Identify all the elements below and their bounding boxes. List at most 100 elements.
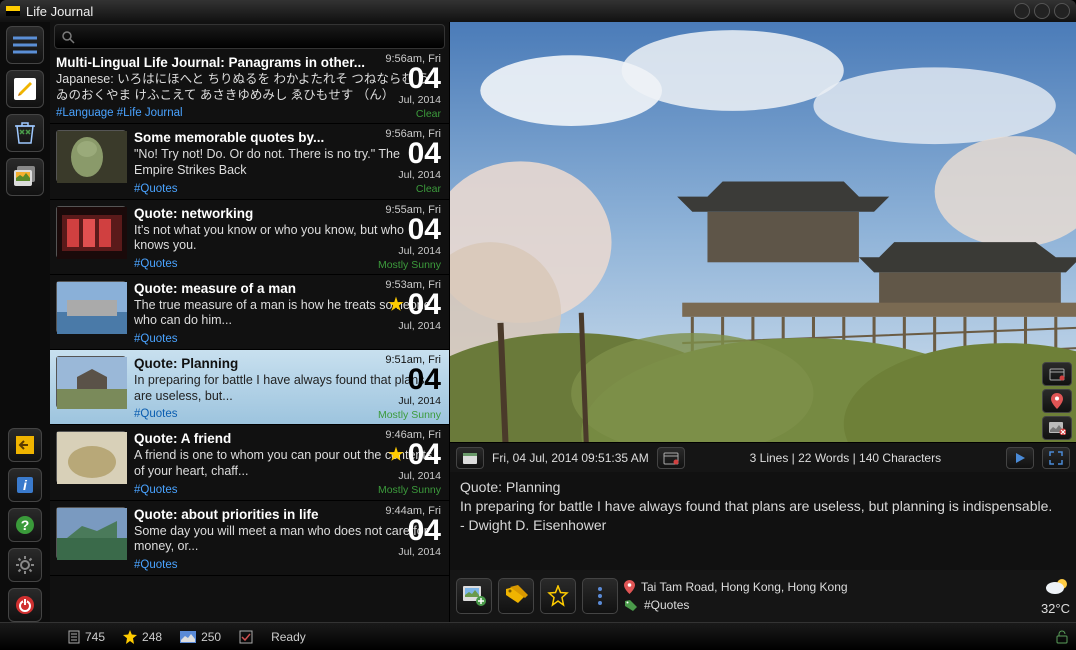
entry-tags: #Language #Life Journal (56, 107, 441, 119)
tag-icon (624, 599, 638, 611)
entry-month: Jul, 2014 (398, 470, 441, 482)
entry-item[interactable]: Quote: networkingIt's not what you know … (50, 200, 449, 275)
entry-list-panel: Multi-Lingual Life Journal: Panagrams in… (50, 22, 450, 622)
tags-button[interactable] (498, 578, 534, 614)
entry-tags: #Quotes (134, 559, 441, 571)
entry-month: Jul, 2014 (398, 94, 441, 106)
entry-thumb (56, 507, 126, 559)
entry-item[interactable]: Quote: about priorities in lifeSome day … (50, 501, 449, 576)
star-icon: ★ (388, 297, 403, 312)
entry-weather: Mostly Sunny (378, 484, 441, 496)
left-toolbar: i ? (0, 22, 50, 622)
entry-attribution: - Dwight D. Eisenhower (460, 516, 1066, 535)
location-text: Tai Tam Road, Hong Kong, Hong Kong (641, 580, 848, 594)
star-icon: ★ (388, 447, 403, 462)
entry-weather: Clear (416, 108, 441, 120)
pin-icon (624, 580, 635, 594)
entry-day: 04 (408, 65, 441, 92)
window-title: Life Journal (26, 4, 1010, 19)
entry-thumb (56, 206, 126, 258)
photo-icon (180, 631, 196, 643)
tags-text: #Quotes (644, 598, 689, 612)
search-input[interactable] (54, 24, 445, 49)
entry-day: 04 (408, 517, 441, 544)
entry-stats: 3 Lines | 22 Words | 140 Characters (750, 451, 941, 465)
entry-photo (450, 22, 1076, 442)
photo-count: 250 (180, 630, 221, 644)
entry-date: Fri, 04 Jul, 2014 09:51:35 AM (492, 451, 649, 465)
location-tool-button[interactable] (1042, 389, 1072, 413)
date-tool-button[interactable] (1042, 362, 1072, 386)
entry-item[interactable]: Quote: PlanningIn preparing for battle I… (50, 350, 449, 425)
entry-title: Multi-Lingual Life Journal: Panagrams in… (56, 55, 441, 70)
entry-item[interactable]: Quote: measure of a manThe true measure … (50, 275, 449, 350)
entry-day: ★04 (388, 441, 441, 468)
status-text: Ready (271, 630, 306, 644)
import-button[interactable] (8, 428, 42, 462)
svg-text:?: ? (21, 517, 30, 533)
entry-content[interactable]: Quote: Planning In preparing for battle … (450, 472, 1076, 570)
settings-button[interactable] (8, 548, 42, 582)
entry-count: 745 (68, 630, 105, 644)
entry-thumb (56, 431, 126, 483)
starred-count: 248 (123, 630, 162, 644)
entry-month: Jul, 2014 (398, 395, 441, 407)
add-photo-button[interactable] (456, 578, 492, 614)
status-bar: 745 248 250 Ready (0, 622, 1076, 650)
lock-icon[interactable] (1056, 630, 1068, 644)
entry-title: Quote: Planning (460, 478, 1066, 497)
detail-panel: Fri, 04 Jul, 2014 09:51:35 AM 3 Lines | … (450, 22, 1076, 622)
close-button[interactable] (1054, 3, 1070, 19)
temperature: 32°C (1041, 601, 1070, 616)
calendar-icon[interactable] (456, 447, 484, 469)
entry-month: Jul, 2014 (398, 169, 441, 181)
info-button[interactable]: i (8, 468, 42, 502)
star-button[interactable] (540, 578, 576, 614)
help-button[interactable]: ? (8, 508, 42, 542)
entries-icon (68, 630, 80, 644)
entry-thumb (56, 130, 126, 182)
entry-list: Multi-Lingual Life Journal: Panagrams in… (50, 49, 449, 622)
entry-item[interactable]: Some memorable quotes by..."No! Try not!… (50, 124, 449, 199)
entry-month: Jul, 2014 (398, 546, 441, 558)
photo-toolbar (1042, 362, 1072, 440)
maximize-button[interactable] (1034, 3, 1050, 19)
sync-status (239, 630, 253, 644)
entry-day: ★04 (388, 291, 441, 318)
search-icon (61, 30, 75, 44)
trash-button[interactable] (6, 114, 44, 152)
date-picker-button[interactable] (657, 447, 685, 469)
entry-thumb (56, 356, 126, 408)
weather-icon (1044, 576, 1070, 596)
app-icon (6, 6, 20, 16)
star-icon (123, 630, 137, 644)
minimize-button[interactable] (1014, 3, 1030, 19)
new-entry-button[interactable] (6, 70, 44, 108)
photos-button[interactable] (6, 158, 44, 196)
entry-weather: Mostly Sunny (378, 259, 441, 271)
entry-month: Jul, 2014 (398, 245, 441, 257)
entry-weather: Mostly Sunny (378, 409, 441, 421)
entry-info-bar: Fri, 04 Jul, 2014 09:51:35 AM 3 Lines | … (450, 442, 1076, 472)
play-button[interactable] (1006, 447, 1034, 469)
fullscreen-button[interactable] (1042, 447, 1070, 469)
tags-line: #Quotes (624, 598, 1035, 612)
entry-day: 04 (408, 140, 441, 167)
check-icon (239, 630, 253, 644)
entry-day: 04 (408, 366, 441, 393)
entry-snippet: Japanese: いろはにほへと ちりぬるを わかよたれそ つねならむ うゐの… (56, 72, 441, 103)
entry-item[interactable]: Quote: A friendA friend is one to whom y… (50, 425, 449, 500)
entry-item[interactable]: Multi-Lingual Life Journal: Panagrams in… (50, 49, 449, 124)
titlebar: Life Journal (0, 0, 1076, 22)
entry-day: 04 (408, 216, 441, 243)
entry-thumb (56, 281, 126, 333)
more-button[interactable] (582, 578, 618, 614)
location-line: Tai Tam Road, Hong Kong, Hong Kong (624, 580, 1035, 594)
menu-button[interactable] (6, 26, 44, 64)
entry-month: Jul, 2014 (398, 320, 441, 332)
entry-tags: #Quotes (134, 333, 441, 345)
power-button[interactable] (8, 588, 42, 622)
entry-weather: Clear (416, 183, 441, 195)
entry-body: In preparing for battle I have always fo… (460, 497, 1066, 516)
remove-photo-button[interactable] (1042, 416, 1072, 440)
